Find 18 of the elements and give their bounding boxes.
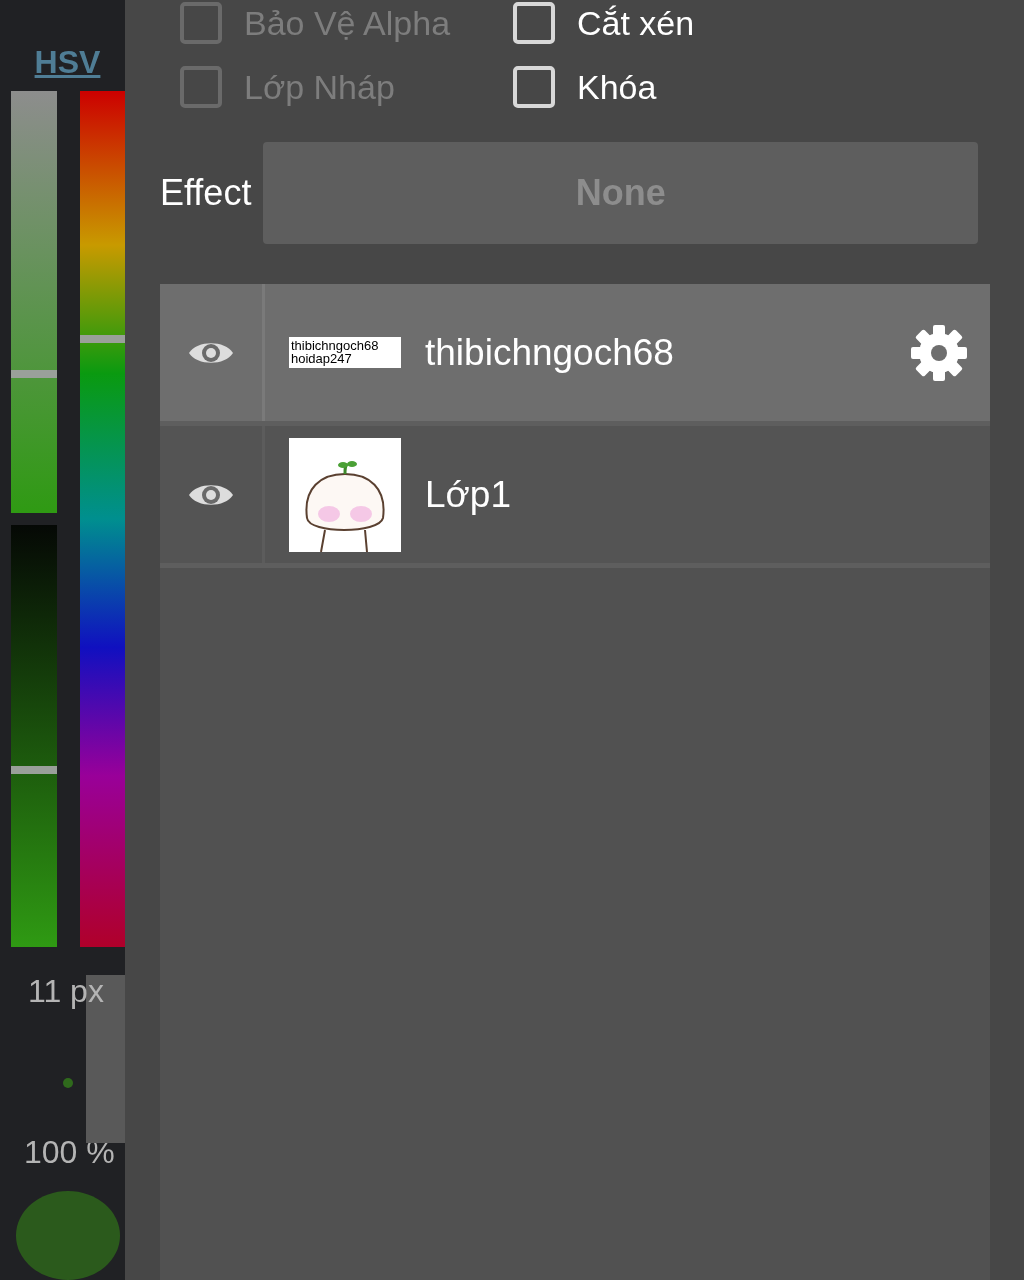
mode-link[interactable]: HSV (34, 44, 101, 81)
brush-preview-dot (63, 1078, 73, 1088)
layer-name: thibichngoch68 (425, 331, 675, 374)
layer-thumbnail: thibichngoch68 hoidap247 (289, 337, 401, 368)
layer-name: Lớp1 (425, 473, 512, 516)
value-slider[interactable] (11, 525, 57, 947)
slider-thumb[interactable] (11, 765, 57, 774)
saturation-slider[interactable] (11, 91, 57, 513)
checkbox-label: Cắt xén (577, 3, 695, 43)
slider-thumb[interactable] (80, 335, 125, 344)
layer-row[interactable]: thibichngoch68 hoidap247 thibichngoch68 (160, 284, 990, 426)
settings-icon[interactable] (910, 323, 968, 382)
slider-thumb[interactable] (11, 369, 57, 378)
hue-slider[interactable] (80, 91, 125, 947)
layer-row[interactable]: Lớp1 (160, 426, 990, 568)
effect-label: Effect (160, 172, 252, 214)
checkbox-label: Khóa (577, 67, 657, 107)
brush-size-label: 11 px (28, 973, 104, 1010)
